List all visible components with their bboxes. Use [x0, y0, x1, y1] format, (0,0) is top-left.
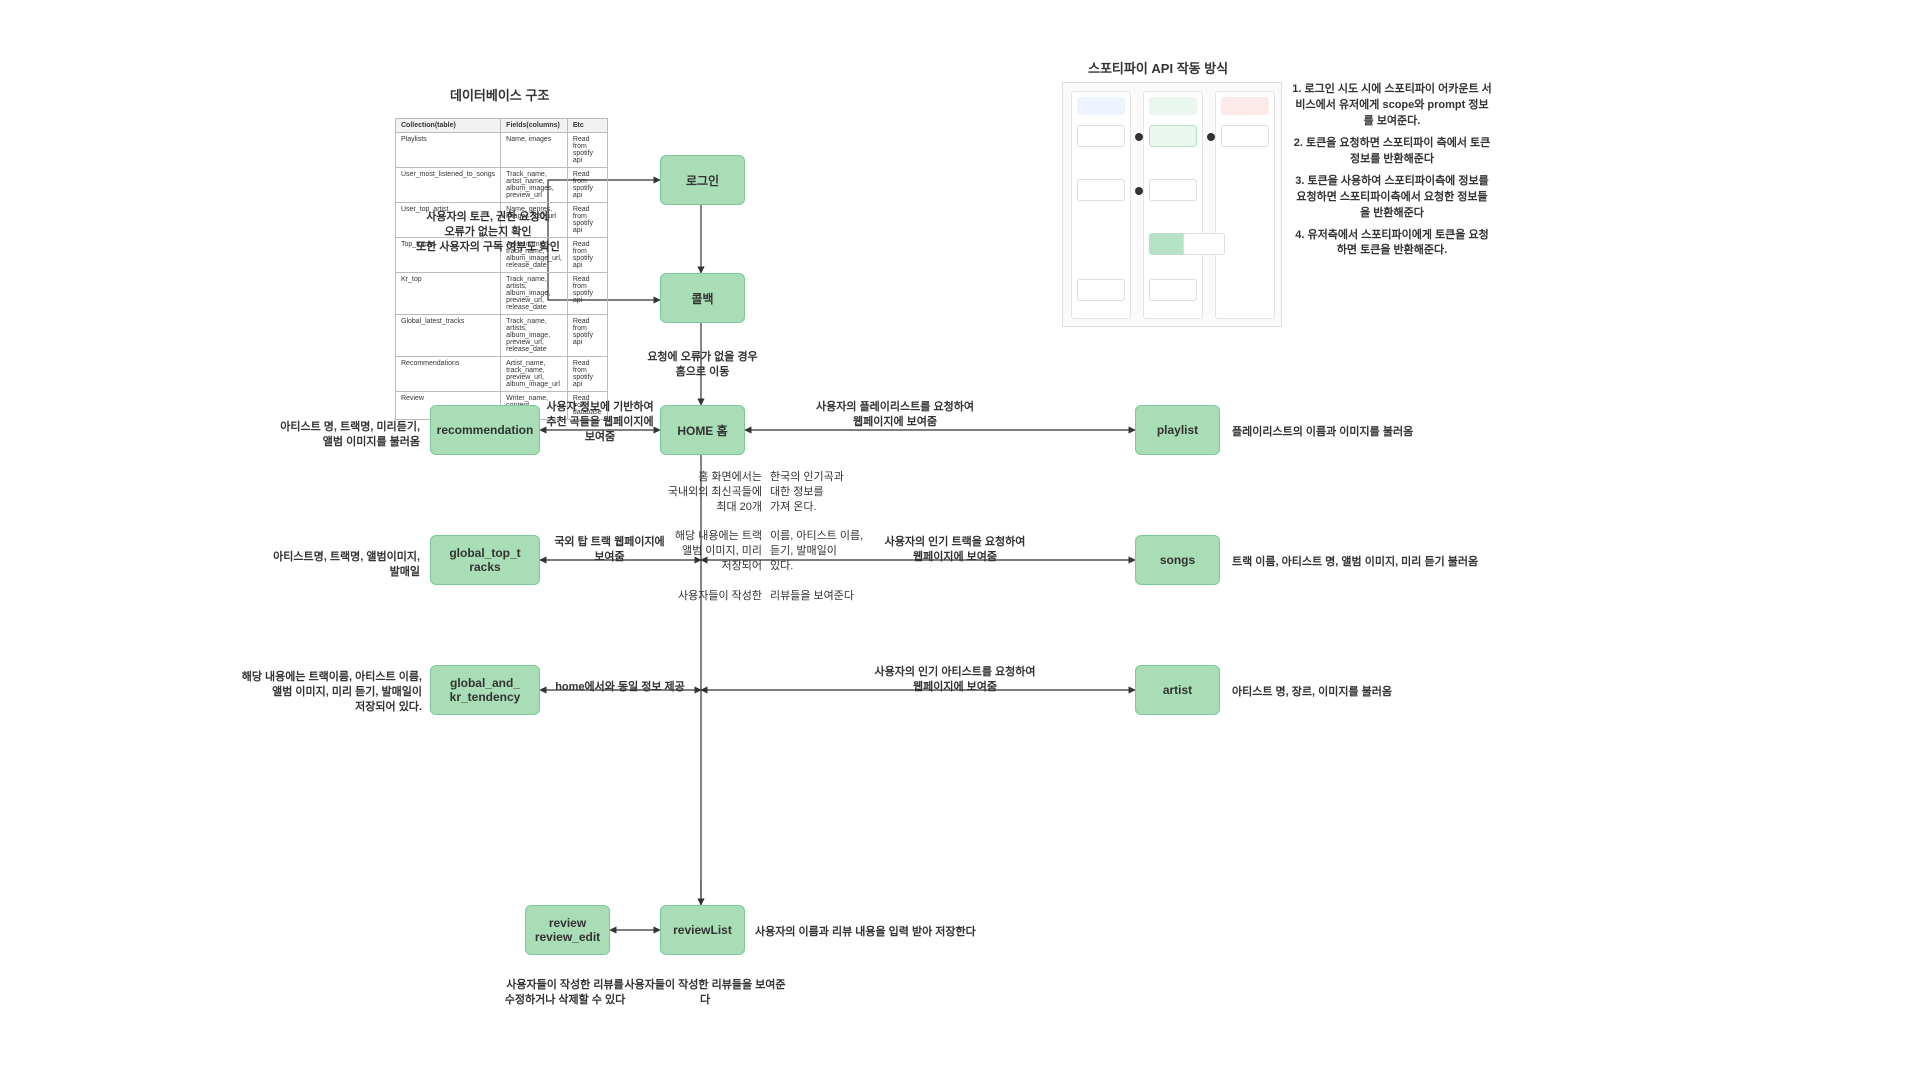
- label-songs-desc: 트랙 이름, 아티스트 명, 앨범 이미지, 미리 듣기 불러옴: [1232, 555, 1522, 570]
- node-playlist: playlist: [1135, 405, 1220, 455]
- api-step-4: 4. 유저측에서 스포티파이에게 토큰을 요청하면 토큰을 반환해준다.: [1292, 228, 1492, 260]
- api-step-2: 2. 토큰을 요청하면 스포티파이 측에서 토큰 정보를 반환해준다: [1292, 136, 1492, 168]
- db-th-2: Etc: [567, 119, 607, 133]
- label-home-body-left: 홈 화면에서는 국내외의 최신곡들에 최대 20개 해당 내용에는 트랙 앨범 …: [652, 470, 762, 604]
- label-home-playlist: 사용자의 플레이리스트를 요청하여 웹페이지에 보여줌: [800, 400, 990, 430]
- node-review-edit: review review_edit: [525, 905, 610, 955]
- node-home: HOME 홈: [660, 405, 745, 455]
- node-songs: songs: [1135, 535, 1220, 585]
- node-global-top-tracks: global_top_t racks: [430, 535, 540, 585]
- label-home-artist: 사용자의 인기 아티스트를 요청하여 웹페이지에 보여줌: [860, 665, 1050, 695]
- api-flow-thumbnail: [1062, 82, 1282, 327]
- label-home-body-right: 한국의 인기곡과 대한 정보를 가져 온다. 이름, 아티스트 이름, 듣기, …: [770, 470, 870, 604]
- node-artist: artist: [1135, 665, 1220, 715]
- api-step-1: 1. 로그인 시도 시에 스포티파이 어카운트 서비스에서 유저에게 scope…: [1292, 82, 1492, 130]
- label-cb-home: 요청에 오류가 없을 경우 홈으로 이동: [625, 350, 780, 380]
- label-login-cb: 사용자의 토큰, 권한 요청에 오류가 없는지 확인 또한 사용자의 구독 여부…: [398, 210, 578, 255]
- label-home-songs: 사용자의 인기 트랙을 요청하여 웹페이지에 보여줌: [870, 535, 1040, 565]
- node-callback: 콜백: [660, 273, 745, 323]
- label-reviewlist-right: 사용자의 이름과 리뷰 내용을 입력 받아 저장한다: [755, 925, 1025, 940]
- label-home-gkt: home에서와 동일 정보 제공: [545, 680, 695, 695]
- label-home-rec: 사용자 정보에 기반하여 추천 곡들을 웹페이지에 보여줌: [540, 400, 660, 445]
- db-th-0: Collection(table): [396, 119, 501, 133]
- label-review-desc: 사용자들이 작성한 리뷰를 수정하거나 삭제할 수 있다: [490, 978, 640, 1008]
- label-playlist-desc: 플레이리스트의 이름과 이미지를 불러옴: [1232, 425, 1452, 440]
- label-reviewlist-below: 사용자들이 작성한 리뷰들을 보여준다: [620, 978, 790, 1008]
- api-step-3: 3. 토큰을 사용하여 스포티파이측에 정보를 요청하면 스포티파이측에서 요청…: [1292, 174, 1492, 222]
- label-home-gtt: 국외 탑 트랙 웹페이지에 보여줌: [552, 535, 667, 565]
- db-table: Collection(table) Fields(columns) Etc Pl…: [395, 118, 608, 420]
- node-global-kr-tendency: global_and_ kr_tendency: [430, 665, 540, 715]
- label-gkt-desc: 해당 내용에는 트랙이름, 아티스트 이름, 앨범 이미지, 미리 듣기, 발매…: [212, 670, 422, 715]
- api-steps: 1. 로그인 시도 시에 스포티파이 어카운트 서비스에서 유저에게 scope…: [1292, 82, 1492, 265]
- label-artist-desc: 아티스트 명, 장르, 이미지를 불러옴: [1232, 685, 1442, 700]
- node-login: 로그인: [660, 155, 745, 205]
- node-review-list: reviewList: [660, 905, 745, 955]
- label-gtt-desc: 아티스트명, 트랙명, 앨범이미지, 발매일: [250, 550, 420, 580]
- db-heading: 데이터베이스 구조: [450, 85, 549, 104]
- db-th-1: Fields(columns): [501, 119, 568, 133]
- node-recommendation: recommendation: [430, 405, 540, 455]
- api-heading: 스포티파이 API 작동 방식: [1088, 58, 1228, 77]
- label-rec-desc: 아티스트 명, 트랙명, 미리듣기, 앨범 이미지를 불러옴: [250, 420, 420, 450]
